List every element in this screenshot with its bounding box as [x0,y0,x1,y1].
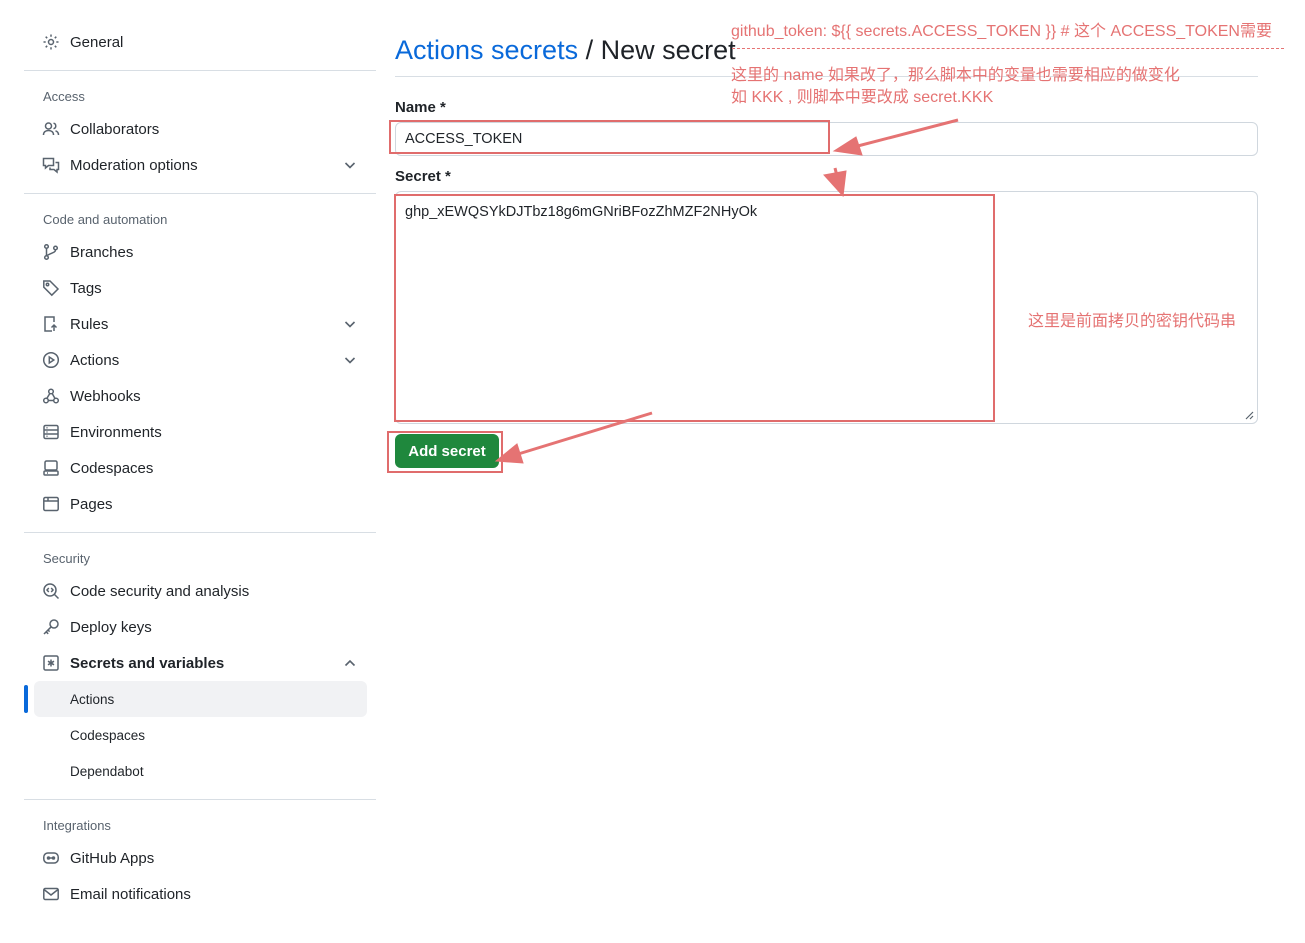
sidebar-item-collaborators[interactable]: Collaborators [24,111,376,147]
sidebar-item-label: Codespaces [70,459,154,477]
sidebar-item-label: Tags [70,279,102,297]
sidebar-item-deploy-keys[interactable]: Deploy keys [24,609,376,645]
sidebar-item-label: Pages [70,495,113,513]
sidebar-item-label: Email notifications [70,885,191,903]
sidebar-item-label: General [70,33,124,51]
sidebar-item-label: Deploy keys [70,618,152,636]
sidebar-item-branches[interactable]: Branches [24,234,376,270]
sidebar-subitem-codespaces[interactable]: Codespaces [24,717,376,753]
sidebar-item-label: GitHub Apps [70,849,155,867]
sidebar-item-code-security[interactable]: Code security and analysis [24,573,376,609]
sidebar-item-label: Webhooks [70,387,141,405]
sidebar-subitem-actions[interactable]: Actions [24,681,367,717]
annotation-text-line2: 这里的 name 如果改了，那么脚本中的变量也需要相应的做变化 [731,67,1180,84]
mail-icon [42,885,60,903]
codespaces-icon [42,459,60,477]
sidebar-item-github-apps[interactable]: GitHub Apps [24,840,376,876]
webhook-icon [42,387,60,405]
hubot-icon [42,849,60,867]
section-heading-integrations: Integrations [43,817,111,833]
section-heading-access: Access [43,88,85,104]
git-branch-icon [42,243,60,261]
gear-icon [42,33,60,51]
chevron-up-icon[interactable] [342,655,358,671]
section-heading-code-automation: Code and automation [43,211,168,227]
sidebar-item-label: Collaborators [70,120,160,138]
sidebar-item-codespaces[interactable]: Codespaces [24,450,376,486]
sidebar-item-secrets-variables[interactable]: Secrets and variables [24,645,376,681]
sidebar-item-rules[interactable]: Rules [24,306,376,342]
key-icon [42,618,60,636]
sidebar-item-moderation[interactable]: Moderation options [24,147,376,183]
people-icon [42,120,60,138]
sidebar-item-label: Secrets and variables [70,654,225,672]
resize-handle-icon[interactable] [1244,410,1254,420]
repo-push-icon [42,315,60,333]
tag-icon [42,279,60,297]
divider [24,532,376,533]
browser-icon [42,495,60,513]
sidebar-item-general[interactable]: General [24,24,376,60]
sidebar-subitem-dependabot[interactable]: Dependabot [24,753,376,789]
annotation-box-name [389,120,830,154]
annotation-text-line1: github_token: ${{ secrets.ACCESS_TOKEN }… [731,23,1272,40]
chevron-down-icon[interactable] [342,157,358,173]
divider [24,193,376,194]
play-icon [42,351,60,369]
chevron-down-icon[interactable] [342,352,358,368]
annotation-dashed-divider [732,48,1284,49]
sidebar-item-pages[interactable]: Pages [24,486,376,522]
sidebar-item-email-notifications[interactable]: Email notifications [24,876,376,912]
sidebar-subitem-label: Codespaces [70,727,146,743]
sidebar-item-environments[interactable]: Environments [24,414,376,450]
divider [24,70,376,71]
key-asterisk-icon [42,654,60,672]
sidebar-subitem-label: Actions [70,691,115,707]
sidebar-item-label: Environments [70,423,162,441]
sidebar-item-tags[interactable]: Tags [24,270,376,306]
chevron-down-icon[interactable] [342,316,358,332]
settings-sidebar: General Access Collaborators Moderation … [24,24,376,912]
sidebar-item-webhooks[interactable]: Webhooks [24,378,376,414]
secret-label: Secret * [395,168,451,185]
divider [24,799,376,800]
active-indicator [24,685,28,713]
annotation-box-button [387,431,503,473]
sidebar-item-label: Code security and analysis [70,582,250,600]
server-icon [42,423,60,441]
sidebar-item-label: Rules [70,315,109,333]
codescan-icon [42,582,60,600]
annotation-text-line3: 如 KKK , 则脚本中要改成 secret.KKK [731,89,994,106]
annotation-box-secret [394,194,995,422]
sidebar-item-label: Branches [70,243,134,261]
breadcrumb-current: / New secret [578,35,736,65]
sidebar-item-actions[interactable]: Actions [24,342,376,378]
comment-discussion-icon [42,156,60,174]
annotation-text-secret-note: 这里是前面拷贝的密钥代码串 [1028,313,1237,330]
sidebar-item-label: Moderation options [70,156,198,174]
sidebar-item-label: Actions [70,351,120,369]
sidebar-subitem-label: Dependabot [70,763,144,779]
section-heading-security: Security [43,550,90,566]
breadcrumb-link[interactable]: Actions secrets [395,35,578,65]
